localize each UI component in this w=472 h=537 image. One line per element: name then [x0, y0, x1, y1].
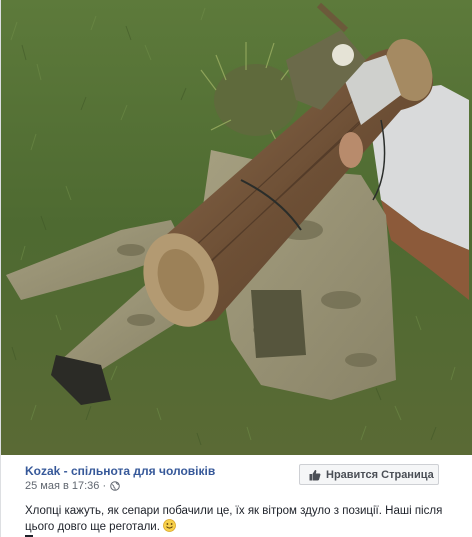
photo-illustration: [1, 0, 472, 455]
thumb-up-icon: [309, 469, 321, 480]
page-name-link[interactable]: Kozak - спільнота для чоловіків: [25, 464, 215, 478]
post-text: Хлопці кажуть, як сепари побачили це, їх…: [25, 505, 443, 533]
like-page-button[interactable]: Нравится Страница: [299, 464, 439, 485]
like-page-label: Нравится Страница: [326, 468, 434, 481]
smile-icon: [163, 519, 176, 532]
globe-icon[interactable]: [110, 481, 120, 491]
post-timestamp: 25 мая в 17:36 ·: [25, 480, 120, 492]
post-photo[interactable]: [1, 0, 472, 455]
facebook-post: Kozak - спільнота для чоловіків 25 мая в…: [0, 0, 472, 537]
post-body: Хлопці кажуть, як сепари побачили це, їх…: [25, 503, 455, 535]
post-meta: Kozak - спільнота для чоловіків 25 мая в…: [1, 455, 472, 537]
timestamp-text[interactable]: 25 мая в 17:36 ·: [25, 480, 106, 492]
